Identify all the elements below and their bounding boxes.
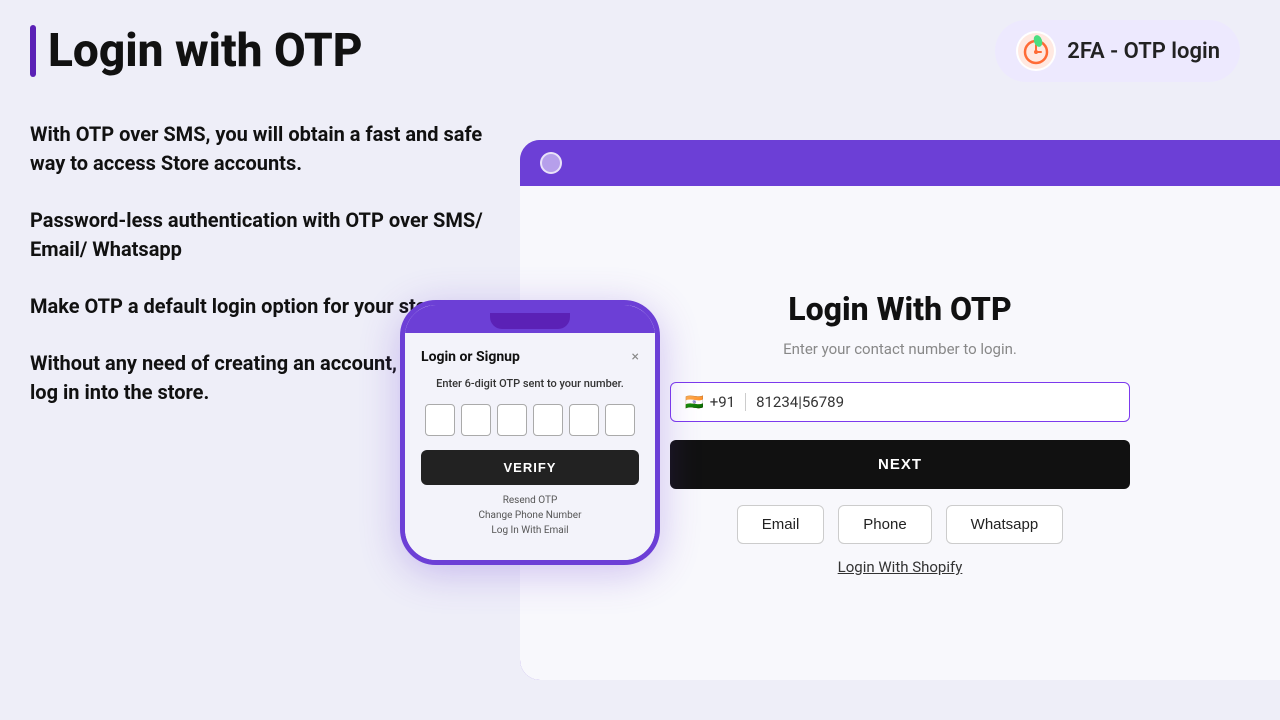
modal-header: Login or Signup × bbox=[421, 349, 639, 365]
resend-otp-link[interactable]: Resend OTP bbox=[421, 495, 639, 506]
login-card: Login With OTP Enter your contact number… bbox=[670, 290, 1130, 576]
verify-button[interactable]: VERIFY bbox=[421, 450, 639, 485]
browser-dot-1 bbox=[540, 152, 562, 174]
otp-box-2[interactable] bbox=[461, 404, 491, 436]
email-channel-button[interactable]: Email bbox=[737, 505, 825, 544]
phone-body: Login or Signup × Enter 6-digit OTP sent… bbox=[405, 333, 655, 560]
otp-box-3[interactable] bbox=[497, 404, 527, 436]
modal-subtitle: Enter 6-digit OTP sent to your number. bbox=[421, 377, 639, 390]
whatsapp-channel-button[interactable]: Whatsapp bbox=[946, 505, 1064, 544]
feature-text-2: Password-less authentication with OTP ov… bbox=[30, 206, 490, 264]
page-title: Login with OTP bbox=[48, 24, 363, 78]
shopify-login-link[interactable]: Login With Shopify bbox=[670, 558, 1130, 576]
phone-links: Resend OTP Change Phone Number Log In Wi… bbox=[421, 495, 639, 536]
app-badge-icon bbox=[1015, 30, 1057, 72]
login-card-subtitle: Enter your contact number to login. bbox=[670, 340, 1130, 358]
otp-box-6[interactable] bbox=[605, 404, 635, 436]
next-button[interactable]: NEXT bbox=[670, 440, 1130, 489]
browser-bar bbox=[520, 140, 1280, 186]
header: Login with OTP 2FA - OTP login bbox=[0, 0, 1280, 92]
notch-inner bbox=[490, 313, 570, 329]
phone-channel-button[interactable]: Phone bbox=[838, 505, 931, 544]
app-badge: 2FA - OTP login bbox=[995, 20, 1240, 82]
login-card-title: Login With OTP bbox=[670, 290, 1130, 328]
login-email-link[interactable]: Log In With Email bbox=[421, 525, 639, 536]
otp-box-4[interactable] bbox=[533, 404, 563, 436]
otp-boxes bbox=[421, 404, 639, 436]
title-bar-accent bbox=[30, 25, 36, 77]
phone-input-value[interactable]: 81234|56789 bbox=[756, 393, 1115, 411]
phone-notch bbox=[405, 305, 655, 333]
otp-box-5[interactable] bbox=[569, 404, 599, 436]
phone-mockup: Login or Signup × Enter 6-digit OTP sent… bbox=[400, 300, 660, 565]
modal-close-button[interactable]: × bbox=[632, 349, 639, 365]
otp-box-1[interactable] bbox=[425, 404, 455, 436]
page-title-container: Login with OTP bbox=[30, 24, 363, 78]
flag-code: 🇮🇳 +91 bbox=[685, 393, 746, 411]
feature-text-1: With OTP over SMS, you will obtain a fas… bbox=[30, 120, 490, 178]
app-badge-text: 2FA - OTP login bbox=[1067, 39, 1220, 64]
channel-buttons: Email Phone Whatsapp bbox=[670, 505, 1130, 544]
phone-input-wrapper[interactable]: 🇮🇳 +91 81234|56789 bbox=[670, 382, 1130, 422]
modal-title: Login or Signup bbox=[421, 349, 520, 365]
phone-code: +91 bbox=[710, 393, 735, 411]
flag-emoji: 🇮🇳 bbox=[685, 393, 704, 411]
change-phone-link[interactable]: Change Phone Number bbox=[421, 510, 639, 521]
